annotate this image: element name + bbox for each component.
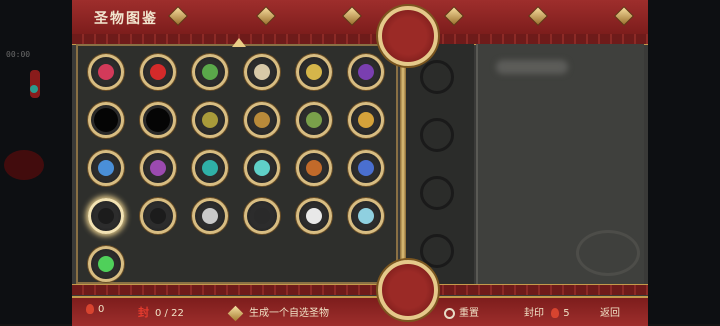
relic-slot[interactable] — [296, 102, 332, 138]
flame-icon — [551, 308, 560, 318]
relic-icon — [202, 208, 218, 224]
relic-detail-pane — [476, 44, 644, 284]
relic-icon — [254, 64, 270, 80]
confirm-medallion-button[interactable] — [378, 260, 438, 320]
relic-icon — [358, 160, 374, 176]
empty-slot-ring — [420, 234, 454, 268]
ornament-icon — [343, 7, 361, 25]
relic-slot[interactable] — [348, 198, 384, 234]
seal-button[interactable]: 封印 5 — [524, 304, 570, 319]
relic-icon — [306, 112, 322, 128]
empty-slot-ring — [420, 118, 454, 152]
ornament-icon — [529, 7, 547, 25]
relic-icon — [358, 64, 374, 80]
empty-slot-ring — [420, 176, 454, 210]
reset-button[interactable]: 重置 — [444, 304, 479, 319]
footer-frieze — [72, 284, 648, 295]
relic-slot[interactable] — [348, 102, 384, 138]
back-button[interactable]: 返回 — [600, 304, 620, 319]
relic-slot[interactable] — [296, 150, 332, 186]
relic-grid — [76, 44, 398, 284]
reset-label: 重置 — [459, 308, 479, 319]
relic-slot[interactable] — [296, 54, 332, 90]
relic-icon — [98, 160, 114, 176]
relic-slot[interactable] — [192, 102, 228, 138]
relic-slot[interactable] — [244, 150, 280, 186]
generate-relic-button[interactable]: 生成一个自选圣物 — [227, 304, 329, 321]
relic-name-placeholder — [496, 60, 568, 74]
ornament-icon — [615, 7, 633, 25]
relic-slot[interactable] — [88, 102, 124, 138]
relic-slot[interactable] — [140, 150, 176, 186]
relic-slot[interactable] — [88, 150, 124, 186]
reset-icon — [444, 307, 455, 319]
relic-icon — [202, 64, 218, 80]
seal-label: 封印 — [524, 308, 544, 319]
ornament-icon — [257, 7, 275, 25]
relic-icon — [254, 208, 270, 224]
relic-slot[interactable] — [140, 198, 176, 234]
relic-icon — [358, 208, 374, 224]
timer-text: 00:00 — [6, 50, 31, 59]
header-bar: 圣物图鉴 — [72, 0, 648, 36]
relic-icon — [254, 112, 270, 128]
relic-icon — [202, 160, 218, 176]
relic-slot[interactable] — [192, 198, 228, 234]
ornament-icon — [169, 7, 187, 25]
footer-bar: 0 封 0 / 22 生成一个自选圣物 重置 封印 5 返回 — [72, 296, 648, 326]
relic-icon — [150, 208, 166, 224]
seal-count: 0 / 22 — [155, 308, 184, 319]
relic-icon — [306, 208, 322, 224]
relic-icon — [202, 112, 218, 128]
relic-icon — [146, 108, 170, 132]
relic-slot[interactable] — [140, 54, 176, 90]
relic-slot[interactable] — [296, 198, 332, 234]
blood-stain — [4, 150, 44, 180]
background-right — [648, 0, 720, 324]
empty-slot-ring — [420, 60, 454, 94]
relic-icon — [306, 160, 322, 176]
relic-slot[interactable] — [192, 54, 228, 90]
relic-icon — [150, 160, 166, 176]
relic-slot[interactable] — [348, 150, 384, 186]
relic-slot[interactable] — [348, 54, 384, 90]
relic-icon — [94, 108, 118, 132]
relic-slot[interactable] — [88, 198, 124, 234]
relic-icon — [358, 112, 374, 128]
selection-arrow-icon — [232, 38, 246, 47]
top-seal-medallion — [378, 6, 438, 66]
page-title: 圣物图鉴 — [94, 11, 158, 27]
flame-icon — [86, 304, 94, 314]
relic-slot[interactable] — [244, 54, 280, 90]
cloud-ornament — [576, 230, 640, 276]
relic-slot[interactable] — [88, 246, 124, 282]
ornament-icon — [445, 7, 463, 25]
seal-counter: 封 0 / 22 — [138, 304, 184, 320]
seal-icon: 封 — [138, 306, 149, 319]
relic-icon — [254, 160, 270, 176]
relic-slot-column — [406, 44, 474, 284]
flame-counter: 0 — [86, 304, 104, 315]
status-marker — [30, 85, 38, 93]
back-label: 返回 — [600, 308, 620, 319]
relic-slot[interactable] — [244, 198, 280, 234]
relic-slot[interactable] — [88, 54, 124, 90]
relic-icon — [98, 208, 114, 224]
relic-slot[interactable] — [140, 102, 176, 138]
generate-relic-label: 生成一个自选圣物 — [249, 308, 329, 319]
seal-value: 5 — [563, 308, 570, 319]
relic-icon — [306, 64, 322, 80]
relic-icon — [150, 64, 166, 80]
health-marker — [30, 70, 40, 98]
relic-icon — [98, 64, 114, 80]
relic-slot[interactable] — [244, 102, 280, 138]
relic-slot[interactable] — [192, 150, 228, 186]
relic-icon — [98, 256, 114, 272]
flame-count: 0 — [98, 304, 105, 315]
background-left: 00:00 — [0, 0, 72, 324]
relic-codex-panel: 圣物图鉴 0 封 0 / 22 生成一个自选圣物 重置 封印 5 返回 — [72, 0, 648, 326]
diamond-icon — [227, 305, 244, 321]
